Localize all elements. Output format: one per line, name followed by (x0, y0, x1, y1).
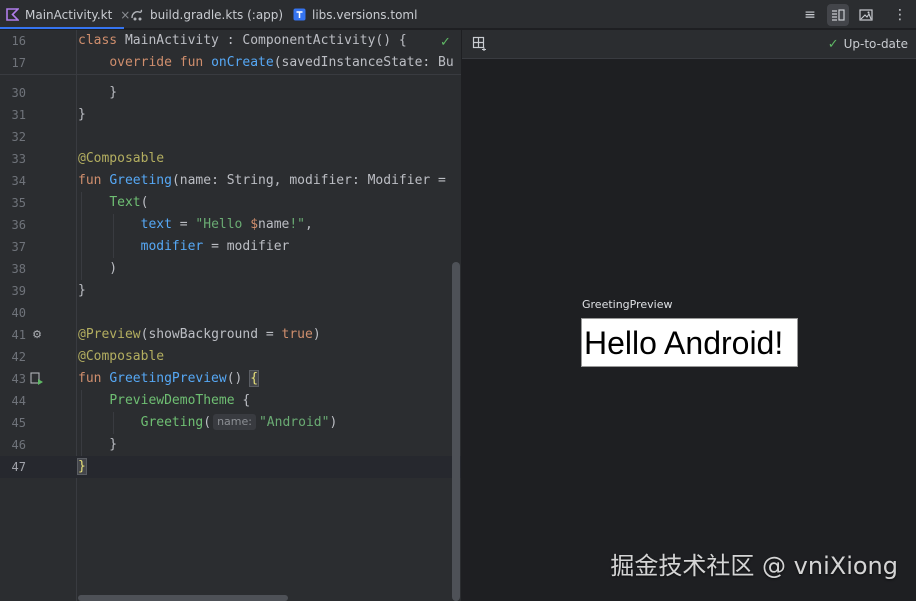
more-options-button[interactable]: ⋮ (889, 4, 911, 26)
toml-file-icon (292, 8, 306, 22)
code-text: PreviewDemoTheme { (109, 393, 251, 408)
editor-tab-bar: MainActivity.kt × build.gradle.kts (:app… (0, 0, 916, 29)
vertical-scrollbar[interactable] (452, 262, 460, 601)
indent-guide (113, 412, 114, 434)
code-line: 44 PreviewDemoTheme { (0, 390, 461, 412)
code-text: } (78, 107, 86, 122)
line-number: 42 (11, 350, 26, 364)
line-number: 40 (11, 306, 26, 320)
split-view-button[interactable] (827, 4, 849, 26)
code-editor[interactable]: 16 class MainActivity : ComponentActivit… (0, 30, 461, 601)
code-line: 39 } (0, 280, 461, 302)
code-line: 42 @Composable (0, 346, 461, 368)
code-line: 41 ⚙ @Preview(showBackground = true) (0, 324, 461, 346)
horizontal-scrollbar[interactable] (78, 595, 288, 601)
line-number: 17 (11, 56, 26, 70)
code-text: fun Greeting(name: String, modifier: Mod… (78, 173, 446, 188)
line-number: 33 (11, 152, 26, 166)
line-number: 36 (11, 218, 26, 232)
kotlin-file-icon (6, 8, 19, 22)
code-line: 38 ) (0, 258, 461, 280)
code-line: 31 } (0, 104, 461, 126)
line-number: 34 (11, 174, 26, 188)
tab-label: MainActivity.kt (25, 7, 113, 22)
code-line: 43 fun GreetingPreview() { (0, 368, 461, 390)
close-tab-icon[interactable]: × (120, 8, 130, 22)
code-line: 46 } (0, 434, 461, 456)
line-number: 37 (11, 240, 26, 254)
code-line: 45 Greeting(name: "Android") (0, 412, 461, 434)
more-vertical-icon: ⋮ (893, 7, 907, 23)
code-view-button[interactable]: ≡ (799, 4, 821, 26)
code-line: 30 } (0, 82, 461, 104)
code-text: modifier = modifier (140, 239, 290, 254)
design-view-button[interactable] (855, 4, 877, 26)
image-icon (859, 9, 873, 21)
code-text: ) (78, 261, 118, 276)
preview-render[interactable]: Hello Android! (581, 318, 798, 367)
code-line: 33 @Composable (0, 148, 461, 170)
code-line: 16 class MainActivity : ComponentActivit… (0, 30, 461, 52)
run-preview-icon[interactable] (30, 372, 44, 386)
code-text: } (78, 283, 86, 298)
code-view-icon: ≡ (804, 7, 816, 23)
line-number: 46 (11, 438, 26, 452)
code-text: } (78, 85, 118, 100)
code-text: Text( (109, 195, 149, 210)
line-number: 38 (11, 262, 26, 276)
no-problems-check-icon[interactable]: ✓ (440, 35, 451, 50)
line-number: 39 (11, 284, 26, 298)
tab-label: libs.versions.toml (312, 7, 418, 22)
line-number: 44 (11, 394, 26, 408)
code-line: 32 (0, 126, 461, 148)
tab-libs-versions[interactable]: libs.versions.toml (292, 0, 417, 29)
preview-status: ✓ Up-to-date (828, 30, 908, 58)
line-number: 30 (11, 86, 26, 100)
line-number: 47 (11, 460, 26, 474)
tab-label: build.gradle.kts (:app) (150, 7, 284, 22)
check-icon: ✓ (827, 36, 839, 52)
indent-guide (113, 214, 114, 258)
indent-guide (81, 390, 82, 456)
status-text: Up-to-date (843, 37, 908, 51)
tab-build-gradle[interactable]: build.gradle.kts (:app) (130, 0, 283, 29)
layout-mode-icon[interactable] (472, 36, 488, 52)
code-line: 35 Text( (0, 192, 461, 214)
code-line: 40 (0, 302, 461, 324)
line-number: 43 (11, 372, 26, 386)
line-number: 16 (11, 34, 26, 48)
compose-preview-pane: ✓ Up-to-date GreetingPreview Hello Andro… (462, 30, 916, 601)
code-text: @Composable (78, 151, 165, 166)
split-view-icon (832, 9, 845, 21)
code-text: fun GreetingPreview() { (78, 370, 260, 387)
code-line: 34 fun Greeting(name: String, modifier: … (0, 170, 461, 192)
code-text: override fun onCreate(savedInstanceState… (109, 55, 454, 70)
code-text: } (77, 458, 87, 475)
parameter-hint: name: (213, 414, 256, 430)
fold-separator (0, 74, 461, 75)
preview-toolbar: ✓ Up-to-date (462, 30, 916, 59)
line-number: 41 (11, 328, 26, 342)
preview-name: GreetingPreview (582, 298, 673, 311)
code-line: 36 text = "Hello $name!", (0, 214, 461, 236)
indent-guide (81, 192, 82, 280)
watermark: 掘金技术社区 @ vniXiong (610, 552, 898, 580)
code-text: @Preview(showBackground = true) (78, 327, 321, 342)
line-number: 35 (11, 196, 26, 210)
code-text: Greeting(name: "Android") (140, 414, 338, 430)
gradle-file-icon (130, 8, 144, 22)
code-text: class MainActivity : ComponentActivity()… (78, 33, 407, 48)
code-line: 37 modifier = modifier (0, 236, 461, 258)
code-text: } (78, 437, 118, 452)
code-line-current: 47 } (0, 456, 461, 478)
code-text: @Composable (78, 349, 165, 364)
line-number: 32 (11, 130, 26, 144)
rendered-greeting-text: Hello Android! (584, 325, 784, 361)
gear-icon[interactable]: ⚙ (30, 328, 44, 342)
line-number: 31 (11, 108, 26, 122)
tab-mainactivity[interactable]: MainActivity.kt × (0, 0, 130, 29)
line-number: 45 (11, 416, 26, 430)
code-line: 17 override fun onCreate(savedInstanceSt… (0, 52, 461, 74)
